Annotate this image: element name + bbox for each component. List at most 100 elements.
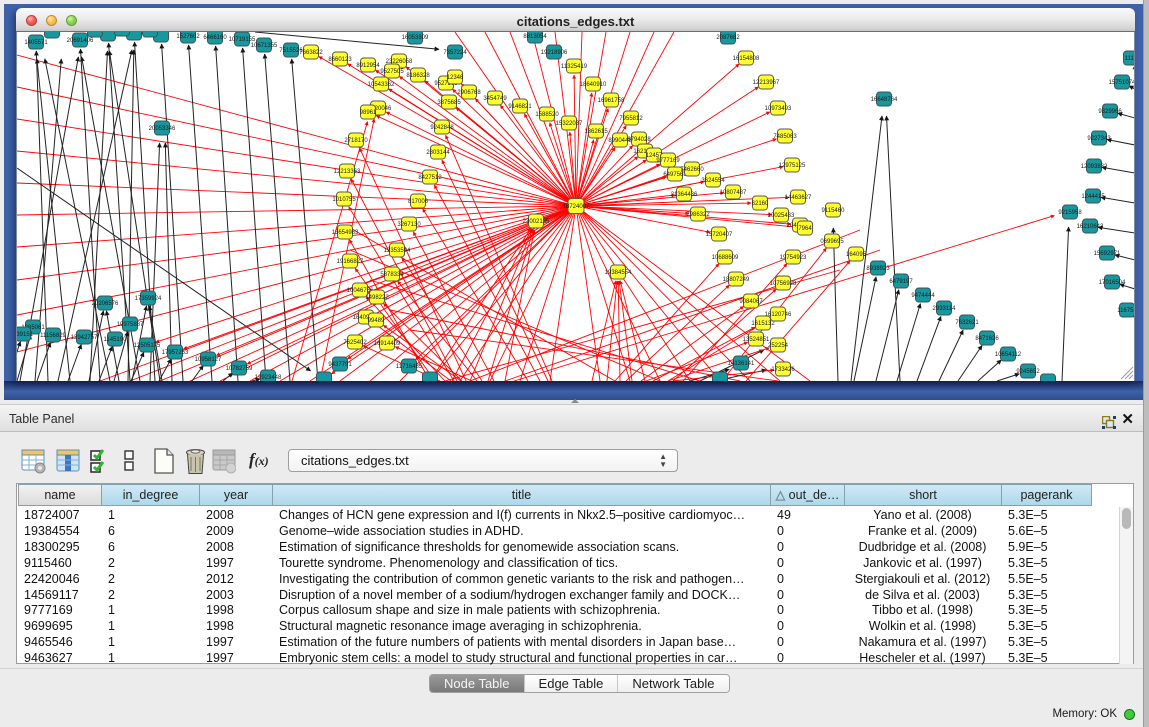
svg-text:3454749: 3454749 bbox=[483, 96, 507, 102]
svg-text:1588520: 1588520 bbox=[535, 112, 559, 118]
svg-text:8938923: 8938923 bbox=[866, 266, 890, 272]
svg-text:3267130: 3267130 bbox=[397, 222, 421, 228]
svg-text:21364436: 21364436 bbox=[671, 192, 698, 198]
svg-text:116753: 116753 bbox=[1117, 308, 1135, 314]
svg-text:2803144: 2803144 bbox=[426, 150, 450, 156]
svg-text:16154808: 16154808 bbox=[733, 56, 760, 62]
svg-text:9215958: 9215958 bbox=[1058, 210, 1082, 216]
svg-text:12093832: 12093832 bbox=[1081, 164, 1108, 170]
svg-text:1527602: 1527602 bbox=[176, 34, 200, 40]
svg-text:8186328: 8186328 bbox=[406, 73, 430, 79]
svg-text:11156829: 11156829 bbox=[40, 333, 66, 339]
svg-text:16120746: 16120746 bbox=[765, 312, 792, 318]
svg-text:15322037: 15322037 bbox=[556, 121, 583, 127]
svg-text:13654983: 13654983 bbox=[332, 230, 359, 236]
svg-text:6794028: 6794028 bbox=[627, 137, 651, 143]
svg-text:15751074: 15751074 bbox=[1109, 80, 1135, 86]
svg-text:252254: 252254 bbox=[768, 343, 789, 349]
svg-text:7663822: 7663822 bbox=[299, 50, 323, 56]
svg-text:0699695: 0699695 bbox=[820, 239, 844, 245]
svg-text:8912954: 8912954 bbox=[356, 63, 380, 69]
svg-text:12213967: 12213967 bbox=[753, 80, 780, 86]
svg-text:12942757: 12942757 bbox=[71, 335, 98, 341]
svg-text:20053346: 20053346 bbox=[149, 126, 176, 132]
svg-text:10671355: 10671355 bbox=[251, 43, 278, 49]
svg-text:20691406: 20691406 bbox=[67, 38, 94, 44]
svg-text:1733426: 1733426 bbox=[771, 367, 795, 373]
svg-text:7462660: 7462660 bbox=[680, 167, 704, 173]
svg-text:7955812: 7955812 bbox=[619, 116, 643, 122]
svg-text:99489: 99489 bbox=[368, 318, 385, 324]
svg-text:3624554: 3624554 bbox=[701, 178, 725, 184]
svg-text:7964: 7964 bbox=[798, 226, 812, 232]
svg-text:11716485: 11716485 bbox=[396, 364, 423, 370]
svg-text:7632621: 7632621 bbox=[955, 320, 979, 326]
svg-text:16648764: 16648764 bbox=[871, 97, 898, 103]
svg-text:16914409: 16914409 bbox=[374, 341, 401, 347]
svg-text:7485063: 7485063 bbox=[773, 134, 797, 140]
svg-text:164095: 164095 bbox=[846, 252, 867, 258]
svg-text:9084067: 9084067 bbox=[739, 299, 763, 305]
svg-text:9329966: 9329966 bbox=[1098, 109, 1122, 115]
svg-text:15720407: 15720407 bbox=[706, 232, 733, 238]
svg-text:17016504: 17016504 bbox=[1099, 280, 1126, 286]
svg-text:2933114: 2933114 bbox=[933, 306, 957, 312]
svg-text:7986322: 7986322 bbox=[686, 212, 710, 218]
svg-text:1244415: 1244415 bbox=[1081, 194, 1105, 200]
svg-text:10543362: 10543362 bbox=[368, 82, 395, 88]
svg-text:12346: 12346 bbox=[447, 75, 464, 81]
svg-text:10688609: 10688609 bbox=[712, 255, 739, 261]
svg-text:7357224: 7357224 bbox=[443, 50, 467, 56]
svg-text:19384554: 19384554 bbox=[605, 270, 632, 276]
svg-text:16961758: 16961758 bbox=[598, 98, 625, 104]
svg-text:23002135: 23002135 bbox=[523, 219, 550, 225]
svg-text:1145190: 1145190 bbox=[104, 337, 128, 343]
svg-text:98961: 98961 bbox=[360, 110, 377, 116]
svg-text:18807249: 18807249 bbox=[723, 277, 750, 283]
svg-text:1615132: 1615132 bbox=[751, 321, 775, 327]
svg-text:1010755: 1010755 bbox=[332, 197, 356, 203]
svg-text:1362615: 1362615 bbox=[584, 129, 608, 135]
svg-text:2087682: 2087682 bbox=[716, 35, 740, 41]
svg-text:12213363: 12213363 bbox=[334, 169, 361, 175]
svg-text:8813054: 8813054 bbox=[523, 34, 547, 40]
svg-text:19166827: 19166827 bbox=[337, 259, 364, 265]
svg-text:8427512: 8427512 bbox=[418, 175, 442, 181]
svg-text:16210643: 16210643 bbox=[1077, 224, 1104, 230]
svg-text:10756928: 10756928 bbox=[770, 281, 797, 287]
svg-text:9437791: 9437791 bbox=[328, 362, 352, 368]
svg-text:817006: 817006 bbox=[408, 199, 429, 205]
svg-text:3875685: 3875685 bbox=[437, 100, 461, 106]
svg-text:10958127: 10958127 bbox=[195, 357, 222, 363]
svg-text:9242848: 9242848 bbox=[430, 125, 454, 131]
svg-text:10782759: 10782759 bbox=[226, 366, 253, 372]
svg-text:2718170: 2718170 bbox=[344, 138, 368, 144]
svg-text:9527505: 9527505 bbox=[380, 69, 404, 75]
svg-text:13524851: 13524851 bbox=[743, 337, 770, 343]
svg-text:11325419: 11325419 bbox=[561, 64, 588, 70]
svg-text:12353594: 12353594 bbox=[384, 248, 411, 254]
svg-text:62160: 62160 bbox=[752, 201, 769, 207]
svg-text:19218906: 19218906 bbox=[541, 50, 568, 56]
svg-text:9146821: 9146821 bbox=[508, 104, 532, 110]
svg-text:6466160: 6466160 bbox=[203, 35, 227, 41]
svg-text:1498222: 1498222 bbox=[365, 295, 389, 301]
svg-text:9115460: 9115460 bbox=[822, 208, 846, 214]
svg-text:12975125: 12975125 bbox=[779, 163, 806, 169]
svg-text:19975887: 19975887 bbox=[117, 322, 144, 328]
svg-text:10973493: 10973493 bbox=[765, 106, 792, 112]
svg-text:9474444: 9474444 bbox=[911, 293, 935, 299]
svg-text:12505175: 12505175 bbox=[134, 343, 161, 349]
svg-text:20206576: 20206576 bbox=[92, 301, 119, 307]
svg-text:10807487: 10807487 bbox=[720, 190, 747, 196]
svg-text:10025433: 10025433 bbox=[768, 213, 795, 219]
svg-text:15692971: 15692971 bbox=[1094, 251, 1121, 257]
svg-text:2906768: 2906768 bbox=[457, 90, 481, 96]
svg-text:5878334: 5878334 bbox=[380, 272, 404, 278]
svg-text:14136141: 14136141 bbox=[728, 361, 755, 367]
svg-text:18640910: 18640910 bbox=[580, 82, 607, 88]
svg-text:18724007: 18724007 bbox=[563, 204, 590, 210]
svg-text:1405571: 1405571 bbox=[24, 40, 48, 46]
svg-text:9245652: 9245652 bbox=[1016, 369, 1040, 375]
svg-text:6479197: 6479197 bbox=[889, 279, 913, 285]
